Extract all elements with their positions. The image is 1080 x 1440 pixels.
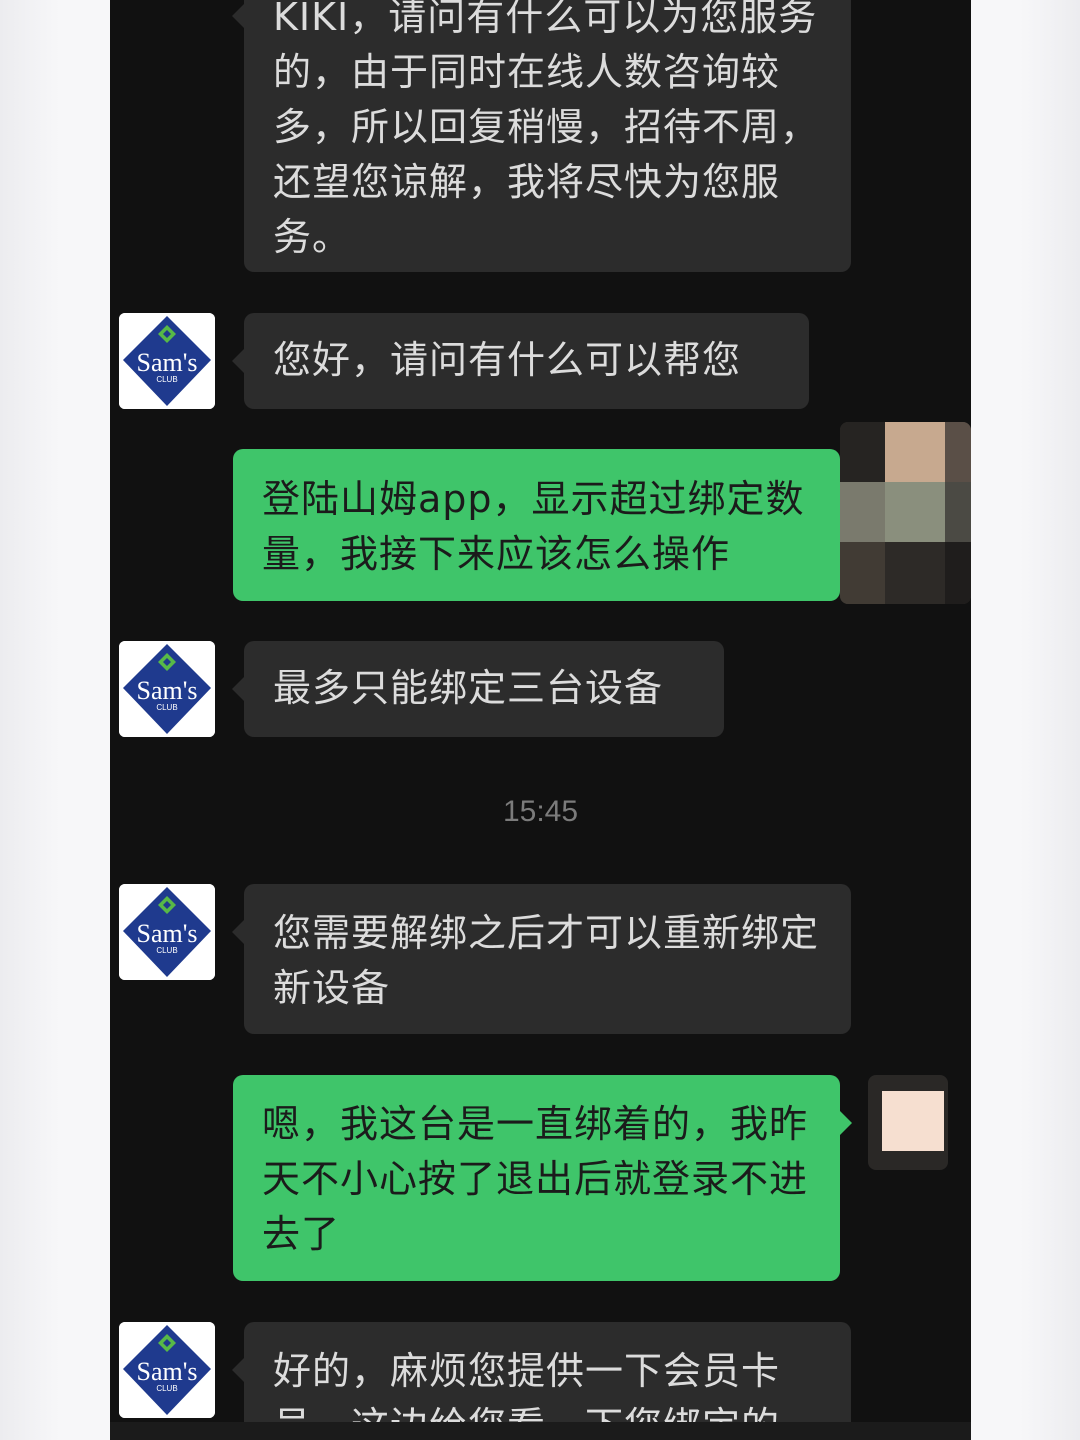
svg-text:CLUB: CLUB bbox=[156, 703, 177, 712]
agent-message-bubble: 最多只能绑定三台设备 bbox=[232, 641, 724, 737]
chat-window: KIKI，请问有什么可以为您服务的，由于同时在线人数咨询较多，所以回复稍慢，招待… bbox=[110, 0, 971, 1422]
svg-text:CLUB: CLUB bbox=[156, 946, 177, 955]
svg-text:CLUB: CLUB bbox=[156, 1384, 177, 1393]
agent-message-bubble: 您好，请问有什么可以帮您 bbox=[232, 313, 809, 409]
sams-club-logo-icon[interactable]: Sam's CLUB bbox=[119, 313, 215, 409]
svg-text:Sam's: Sam's bbox=[136, 1357, 197, 1386]
bottom-edge bbox=[110, 1422, 971, 1440]
message-timestamp: 15:45 bbox=[502, 795, 579, 828]
blurred-user-avatar[interactable] bbox=[868, 1075, 948, 1170]
agent-message-bubble: KIKI，请问有什么可以为您服务的，由于同时在线人数咨询较多，所以回复稍慢，招待… bbox=[232, 0, 851, 272]
agent-message-bubble: 您需要解绑之后才可以重新绑定新设备 bbox=[232, 884, 851, 1034]
svg-text:Sam's: Sam's bbox=[136, 919, 197, 948]
sams-club-logo-icon[interactable]: Sam's CLUB bbox=[119, 1322, 215, 1418]
blurred-user-avatar[interactable] bbox=[840, 422, 971, 604]
sams-club-logo-icon[interactable]: Sam's CLUB bbox=[119, 641, 215, 737]
sams-club-logo-icon[interactable]: Sam's CLUB bbox=[119, 884, 215, 980]
user-message-bubble: 登陆山姆app，显示超过绑定数量，我接下来应该怎么操作 bbox=[233, 449, 852, 601]
svg-text:Sam's: Sam's bbox=[136, 348, 197, 377]
user-message-bubble: 嗯，我这台是一直绑着的，我昨天不小心按了退出后就登录不进去了 bbox=[233, 1075, 852, 1281]
svg-text:Sam's: Sam's bbox=[136, 676, 197, 705]
svg-text:CLUB: CLUB bbox=[156, 375, 177, 384]
agent-message-bubble: 好的，麻烦您提供一下会员卡号，这边给您看一下您绑定的 bbox=[232, 1322, 851, 1422]
